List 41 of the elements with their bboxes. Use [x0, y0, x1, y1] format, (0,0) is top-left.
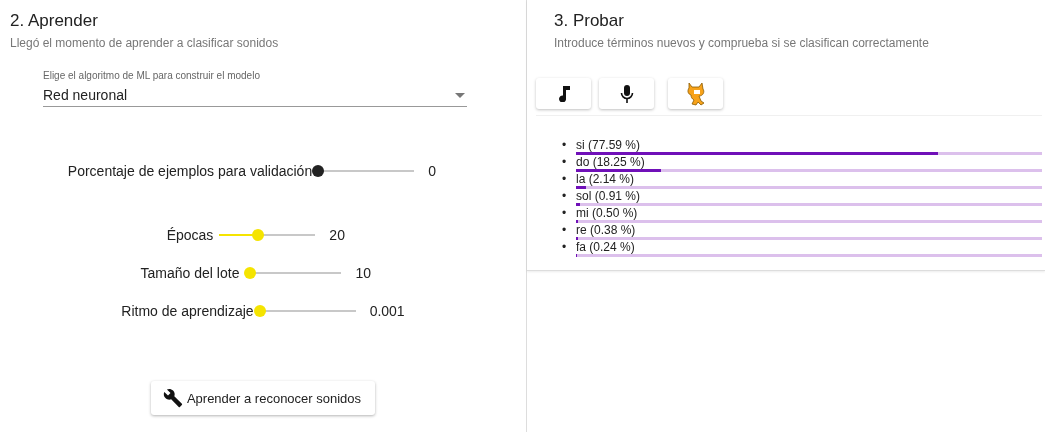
section-title: 2. Aprender [10, 11, 99, 31]
slider-value: 10 [355, 265, 372, 281]
result-label: do (18.25 %) [576, 156, 645, 169]
cat-button[interactable] [668, 78, 723, 109]
slider-thumb[interactable] [244, 267, 257, 279]
slider-thumb[interactable] [253, 305, 266, 317]
bullet: • [562, 241, 568, 254]
slider-value: 0.001 [369, 303, 405, 319]
bullet: • [562, 139, 568, 152]
bullet: • [562, 173, 568, 186]
select-value: Red neuronal [43, 87, 128, 103]
section-subtitle: Llegó el momento de aprender a clasificar sonidos [10, 36, 280, 50]
slider-label: Tamaño del lote [140, 265, 240, 281]
slider-value: 0 [428, 163, 437, 179]
music-button[interactable] [536, 78, 591, 109]
microphone-icon [619, 84, 634, 103]
microphone-button[interactable] [599, 78, 654, 109]
bullet: • [562, 207, 568, 220]
select-label: Elige el algoritmo de ML para construir el modelo [43, 70, 261, 81]
bullet: • [562, 190, 568, 203]
train-button[interactable]: Aprender a reconocer sonidos [150, 381, 376, 415]
result-label: la (2.14 %) [576, 173, 635, 186]
bullet: • [562, 156, 568, 169]
section-title: 3. Probar [554, 11, 625, 31]
slider-label: Épocas [166, 227, 214, 243]
slider-value: 20 [329, 227, 346, 243]
slider-thumb[interactable] [312, 165, 325, 177]
result-label: re (0.38 %) [576, 224, 636, 237]
slider-label: Ritmo de aprendizaje [121, 303, 254, 319]
caret-icon [455, 92, 465, 98]
music-note-icon [557, 85, 570, 102]
result-label: si (77.59 %) [576, 139, 641, 152]
section-subtitle: Introduce términos nuevos y comprueba si se clasifican correctamente [554, 36, 930, 50]
slider-label: Porcentaje de ejemplos para validación [67, 163, 313, 179]
bullet: • [562, 224, 568, 237]
result-label: sol (0.91 %) [576, 190, 641, 203]
wrench-icon [162, 388, 183, 408]
algorithm-select[interactable]: Elige el algoritmo de ML para construir el modelo Red neuronal [43, 70, 467, 107]
slider-thumb[interactable] [251, 229, 264, 241]
result-label: mi (0.50 %) [576, 207, 638, 220]
result-label: fa (0.24 %) [576, 241, 635, 254]
